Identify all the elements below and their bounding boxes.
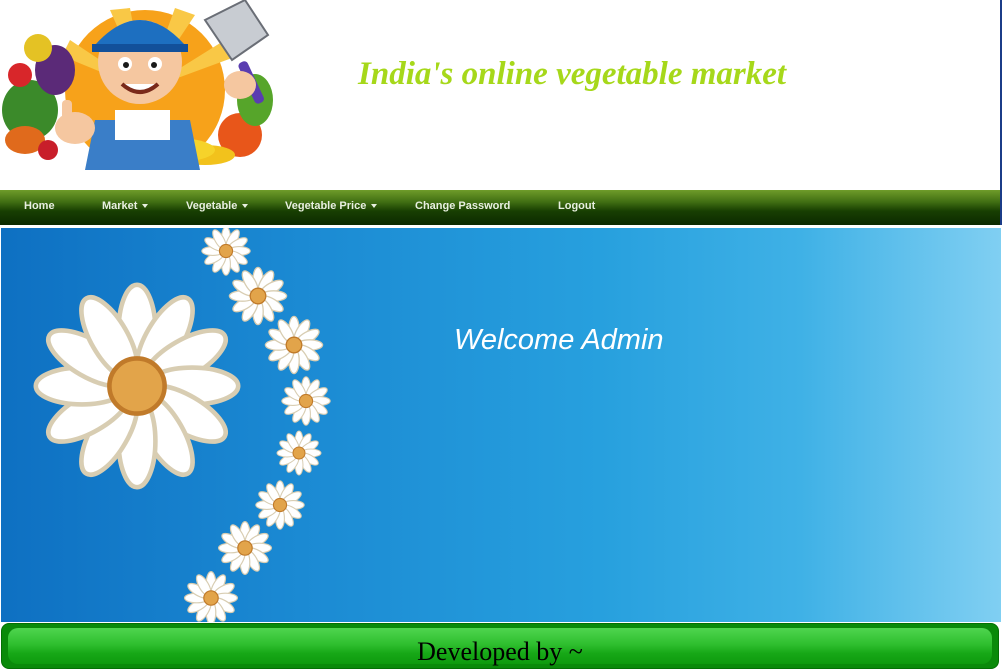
caret-down-icon: [371, 204, 378, 209]
nav-item-label: Logout: [558, 200, 596, 212]
welcome-message: Welcome Admin: [454, 324, 664, 356]
nav-item-label: Vegetable Price: [285, 200, 367, 212]
nav-item-label: Home: [24, 200, 55, 212]
caret-down-icon: [142, 204, 149, 209]
footer-bar: Developed by ~: [8, 628, 992, 666]
nav-item-market[interactable]: Market: [102, 200, 149, 212]
welcome-banner: Welcome Admin: [1, 228, 1001, 622]
nav-item-label: Change Password: [415, 200, 511, 212]
nav-item-logout[interactable]: Logout: [558, 200, 595, 212]
nav-item-home[interactable]: Home: [24, 200, 55, 212]
nav-item-vegetable-price[interactable]: Vegetable Price: [285, 200, 378, 212]
farmer-logo-icon: [2, 0, 273, 170]
main-nav: Home Market Vegetable Vegetable Price Ch…: [0, 190, 1002, 225]
nav-item-label: Market: [102, 200, 138, 212]
nav-item-label: Vegetable: [186, 200, 238, 212]
caret-down-icon: [242, 204, 249, 209]
footer-credit: Developed by ~: [417, 637, 583, 666]
site-footer: Developed by ~: [1, 623, 999, 669]
nav-item-change-password[interactable]: Change Password: [415, 200, 510, 212]
site-title: India's online vegetable market: [358, 56, 787, 92]
site-header: India's online vegetable market: [0, 0, 1002, 190]
nav-item-vegetable[interactable]: Vegetable: [186, 200, 249, 212]
daisy-flowers-icon: [1, 228, 361, 622]
